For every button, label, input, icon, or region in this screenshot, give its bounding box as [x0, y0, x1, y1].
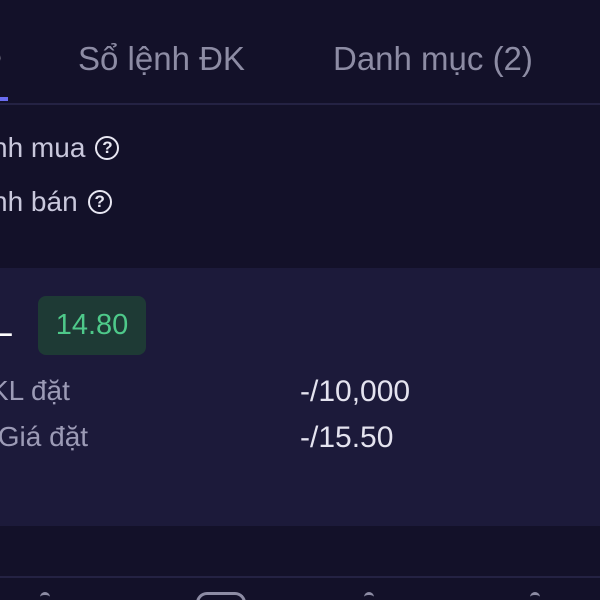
nav-icon-peek[interactable] — [364, 592, 374, 600]
tab-active-indicator — [0, 97, 8, 101]
order-price-value: -/15.50 — [300, 421, 394, 454]
sell-condition-row: nh bán ? — [0, 186, 112, 218]
stock-symbol: L — [0, 306, 13, 344]
buy-condition-label: nh mua — [0, 132, 86, 163]
tab-active-partial[interactable]: D — [0, 40, 2, 78]
nav-icon-peek[interactable] — [196, 592, 246, 600]
price-badge: 14.80 — [38, 296, 146, 355]
buy-condition-row: nh mua ? — [0, 132, 120, 164]
order-price-label: /Giá đặt — [0, 421, 89, 452]
help-circle-icon[interactable]: ? — [87, 190, 112, 214]
sell-condition-label: nh bán — [0, 186, 78, 217]
help-circle-icon[interactable]: ? — [95, 136, 120, 160]
volume-value: -/10,000 — [300, 375, 411, 408]
volume-label: KL đặt — [0, 375, 70, 406]
tab-portfolio[interactable]: Danh mục (2) — [333, 40, 533, 78]
nav-icon-peek[interactable] — [530, 592, 540, 600]
nav-icon-peek[interactable] — [40, 592, 50, 600]
screen: D Sổ lệnh ĐK Danh mục (2) nh mua ? nh bá… — [0, 0, 600, 600]
tab-conditional-orders[interactable]: Sổ lệnh ĐK — [78, 40, 245, 78]
bottom-nav-divider — [0, 576, 600, 578]
tab-bar: D Sổ lệnh ĐK Danh mục (2) — [0, 0, 600, 105]
order-card[interactable]: L 14.80 KL đặt -/10,000 /Giá đặt -/15.50 — [0, 268, 600, 526]
